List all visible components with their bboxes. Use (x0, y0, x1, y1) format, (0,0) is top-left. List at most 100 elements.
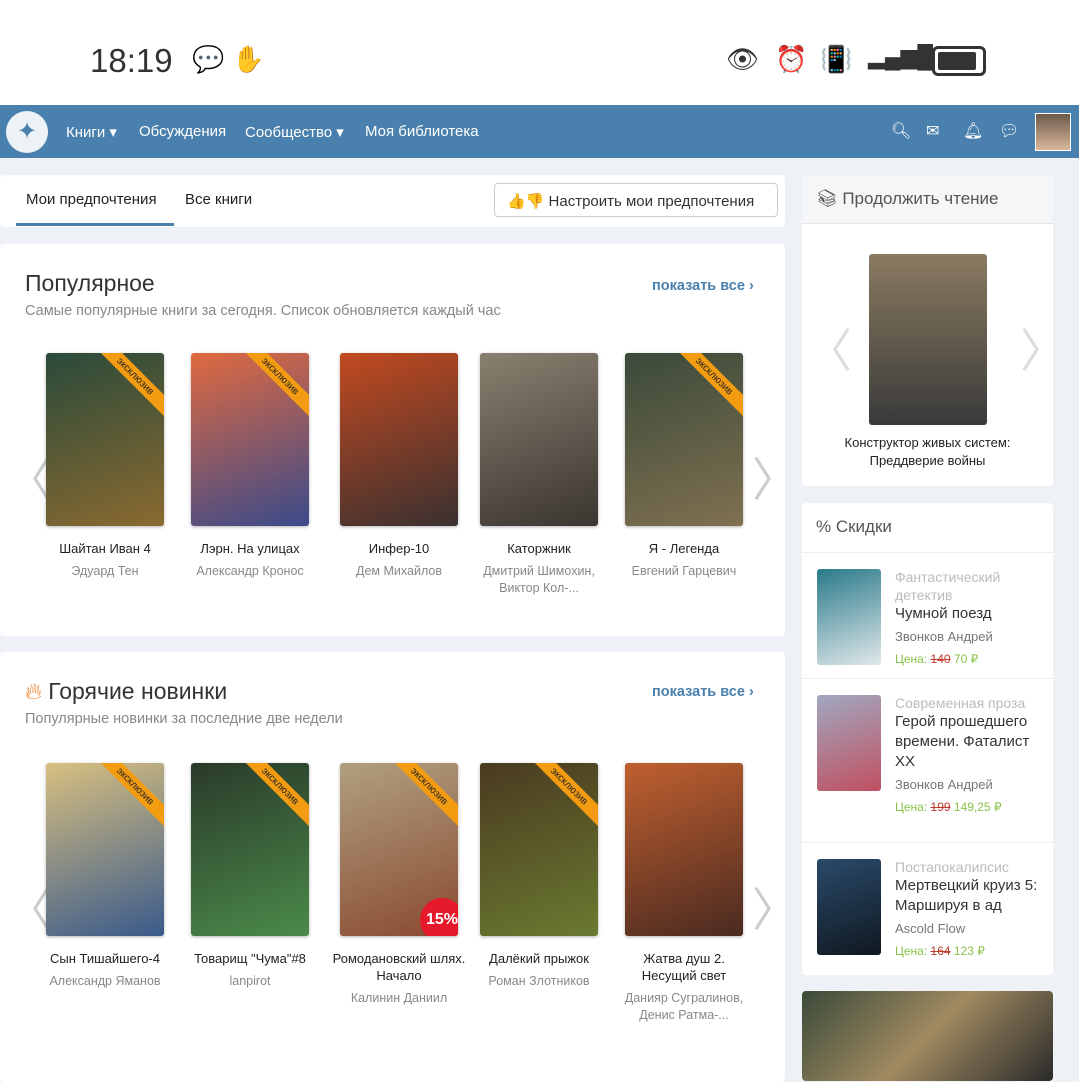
book-card[interactable]: Жатва душ 2. Несущий свет Данияр Суграли… (614, 763, 754, 1024)
book-author[interactable]: Евгений Гарцевич (614, 563, 754, 580)
exclusive-ribbon: эксклюзив (235, 353, 309, 421)
book-cover[interactable] (480, 353, 598, 526)
book-author[interactable]: Калинин Даниил (329, 990, 469, 1007)
tab-my-preferences[interactable]: Мои предпочтения (26, 191, 157, 208)
book-title[interactable]: Конструктор живых систем: Преддверие вой… (832, 434, 1023, 470)
carousel-next-arrow[interactable]: 〉 (1020, 315, 1066, 381)
book-cover[interactable] (340, 353, 458, 526)
book-author[interactable]: lanpirot (180, 973, 320, 990)
book-title[interactable]: Сын Тишайшего-4 (35, 950, 175, 967)
alarm-icon: ⏰ (775, 44, 808, 74)
discount-item[interactable]: Постапокалипсис Мертвецкий круиз 5: Марш… (802, 842, 1053, 968)
nav-books[interactable]: Книги ▾ (66, 123, 117, 141)
book-author[interactable]: Данияр Сугралинов, Денис Ратма-... (614, 990, 754, 1024)
book-author[interactable]: Александр Кронос (180, 563, 320, 580)
book-cover[interactable]: эксклюзив (46, 353, 164, 526)
book-title[interactable]: Я - Легенда (614, 540, 754, 557)
carousel-next-arrow[interactable]: 〉 (752, 874, 798, 940)
configure-preferences-button[interactable]: 👍👎 Настроить мои предпочтения (494, 183, 778, 217)
book-title[interactable]: Мертвецкий круиз 5: Маршируя в ад (895, 876, 1045, 916)
book-cover[interactable]: эксклюзив (480, 763, 598, 936)
nav-my-library[interactable]: Моя библиотека (365, 123, 479, 140)
card-header: 📚︎ Продолжить чтение (802, 175, 1053, 224)
show-all-link[interactable]: показать все › (652, 684, 754, 700)
book-author[interactable]: Звонков Андрей (895, 776, 1045, 794)
discount-item[interactable]: Современная проза Герой прошедшего време… (802, 678, 1053, 842)
book-author[interactable]: Роман Злотников (469, 973, 609, 990)
old-price: 199 (930, 800, 951, 814)
thumbs-icon: 👍👎 (507, 193, 545, 210)
carousel-next-arrow[interactable]: 〉 (752, 444, 798, 510)
book-author[interactable]: Эдуард Тен (35, 563, 175, 580)
signal-icon: ▂▄▆█ (868, 44, 934, 69)
book-title[interactable]: Ромодановский шлях. Начало (329, 950, 469, 984)
top-navbar: ✦ Книги ▾ Обсуждения Сообщество ▾ Моя би… (0, 105, 1079, 158)
mail-icon[interactable]: ✉ (926, 121, 939, 141)
book-cover[interactable] (817, 859, 881, 955)
bell-icon[interactable]: 🔔︎ (963, 121, 983, 141)
book-title[interactable]: Далёкий прыжок (469, 950, 609, 967)
book-title[interactable]: Каторжник (469, 540, 609, 557)
section-title-text: Горячие новинки (48, 678, 228, 704)
tab-all-books[interactable]: Все книги (185, 191, 252, 208)
book-author[interactable]: Александр Яманов (35, 973, 175, 990)
book-author[interactable]: Ascold Flow (895, 920, 1045, 938)
card-title: Продолжить чтение (842, 189, 999, 208)
book-card[interactable]: эксклюзив Я - Легенда Евгений Гарцевич (614, 353, 754, 580)
book-author[interactable]: Дем Михайлов (329, 563, 469, 580)
book-author[interactable]: Звонков Андрей (895, 628, 1045, 646)
section-title: 🔥︎ Горячие новинки (25, 678, 227, 705)
book-title[interactable]: Жатва душ 2. Несущий свет (614, 950, 754, 984)
active-tab-indicator (16, 223, 174, 226)
exclusive-ribbon: эксклюзив (384, 763, 458, 831)
button-label: Настроить мои предпочтения (548, 193, 755, 210)
fire-icon: 🔥︎ (25, 678, 42, 704)
book-card[interactable]: Каторжник Дмитрий Шимохин, Виктор Кол-..… (469, 353, 609, 597)
discount-badge: 15% (420, 898, 458, 936)
book-card[interactable]: эксклюзив Товарищ "Чума"#8 lanpirot (180, 763, 320, 990)
discount-item[interactable]: Фантастический детектив Чумной поезд Зво… (802, 552, 1053, 678)
book-title[interactable]: Инфер-10 (329, 540, 469, 557)
book-card[interactable]: Инфер-10 Дем Михайлов (329, 353, 469, 580)
book-genre[interactable]: Постапокалипсис (895, 858, 1045, 876)
book-title[interactable]: Герой прошедшего времени. Фаталист XX (895, 712, 1045, 772)
search-icon[interactable]: 🔍︎ (891, 121, 911, 141)
battery-icon (932, 46, 986, 76)
book-cover[interactable] (817, 695, 881, 791)
book-title[interactable]: Чумной поезд (895, 604, 1045, 624)
site-logo[interactable]: ✦ (6, 111, 48, 153)
book-cover[interactable]: эксклюзив (191, 353, 309, 526)
show-all-link[interactable]: показать все › (652, 278, 754, 294)
chat-icon[interactable]: 💬︎ (999, 121, 1019, 141)
book-cover[interactable] (869, 254, 987, 425)
book-title[interactable]: Лэрн. На улицах (180, 540, 320, 557)
book-genre[interactable]: Фантастический детектив (895, 568, 1045, 604)
card-title: % Скидки (816, 517, 892, 536)
promo-banner[interactable] (802, 991, 1053, 1081)
carousel-prev-arrow[interactable]: 〈 (806, 315, 852, 381)
book-card[interactable]: эксклюзив Далёкий прыжок Роман Злотников (469, 763, 609, 990)
book-genre[interactable]: Современная проза (895, 694, 1045, 712)
book-title[interactable]: Шайтан Иван 4 (35, 540, 175, 557)
discounts-card: % Скидки Фантастический детектив Чумной … (802, 503, 1053, 975)
book-card[interactable]: эксклюзив Лэрн. На улицах Александр Крон… (180, 353, 320, 580)
book-cover[interactable] (625, 763, 743, 936)
book-cover[interactable]: эксклюзив (46, 763, 164, 936)
avatar[interactable] (1035, 113, 1071, 151)
book-card[interactable]: эксклюзив Сын Тишайшего-4 Александр Яман… (35, 763, 175, 990)
book-card[interactable]: эксклюзив 15% Ромодановский шлях. Начало … (329, 763, 469, 1007)
exclusive-ribbon: эксклюзив (669, 353, 743, 421)
book-cover[interactable]: эксклюзив (191, 763, 309, 936)
exclusive-ribbon: эксклюзив (524, 763, 598, 831)
exclusive-ribbon: эксклюзив (90, 353, 164, 421)
section-subtitle: Популярные новинки за последние две неде… (25, 711, 343, 727)
book-cover[interactable] (817, 569, 881, 665)
book-card[interactable]: эксклюзив Шайтан Иван 4 Эдуард Тен (35, 353, 175, 580)
book-title[interactable]: Товарищ "Чума"#8 (180, 950, 320, 967)
book-cover[interactable]: эксклюзив (625, 353, 743, 526)
book-author[interactable]: Дмитрий Шимохин, Виктор Кол-... (469, 563, 609, 597)
nav-community[interactable]: Сообщество ▾ (245, 123, 344, 141)
book-cover[interactable]: эксклюзив 15% (340, 763, 458, 936)
hot-new-section: 🔥︎ Горячие новинки Популярные новинки за… (0, 652, 798, 1082)
nav-discussions[interactable]: Обсуждения (139, 123, 226, 140)
